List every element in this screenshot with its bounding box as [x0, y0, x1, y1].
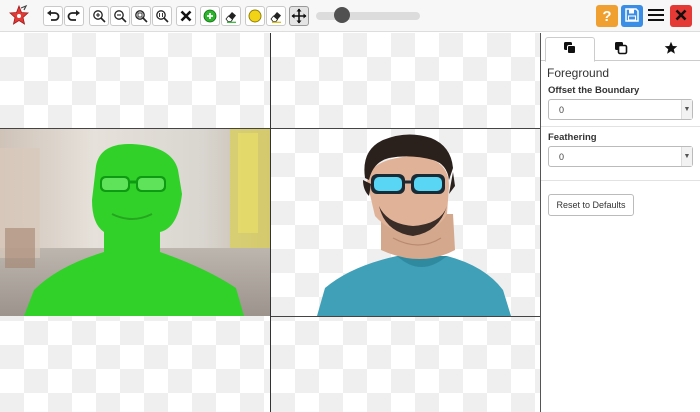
tab-effects[interactable] [646, 37, 696, 61]
pane-divider [270, 33, 271, 412]
feathering-label: Feathering [548, 132, 597, 143]
offset-boundary-value: 0 [559, 105, 565, 115]
copy-outline-icon [614, 41, 628, 58]
add-green-icon [203, 9, 217, 23]
canvas-guide-line [0, 128, 270, 129]
redo-button[interactable] [64, 6, 84, 26]
offset-boundary-label: Offset the Boundary [548, 85, 640, 96]
menu-button[interactable] [645, 5, 667, 27]
hamburger-icon [647, 7, 665, 26]
eraser-green-icon [224, 9, 238, 23]
zoom-out-icon [113, 9, 127, 23]
erase-background-button[interactable] [266, 6, 286, 26]
section-title: Foreground [547, 66, 610, 80]
mark-foreground-button[interactable] [200, 6, 220, 26]
toolbar: ? [0, 0, 700, 32]
move-icon [291, 8, 307, 24]
zoom-actual-icon [155, 9, 169, 23]
offset-boundary-select[interactable]: 0 ▼ [548, 99, 693, 120]
clear-icon [179, 9, 193, 23]
divider [541, 180, 700, 181]
tab-background[interactable] [596, 37, 646, 61]
clear-button[interactable] [176, 6, 196, 26]
mark-background-button[interactable] [245, 6, 265, 26]
close-icon [674, 8, 688, 25]
save-button[interactable] [621, 5, 643, 27]
move-button[interactable] [289, 6, 309, 26]
yellow-dot-icon [248, 9, 262, 23]
chevron-down-icon: ▼ [681, 147, 692, 166]
help-label: ? [602, 7, 612, 25]
copy-filled-icon [563, 41, 577, 58]
reset-defaults-button[interactable]: Reset to Defaults [548, 194, 634, 216]
undo-button[interactable] [43, 6, 63, 26]
cutout-preview-photo [271, 128, 540, 316]
zoom-in-icon [92, 9, 106, 23]
source-photo-with-mask[interactable] [0, 128, 270, 316]
feathering-select[interactable]: 0 ▼ [548, 146, 693, 167]
save-icon [624, 7, 640, 26]
undo-icon [46, 9, 60, 23]
close-button[interactable] [670, 5, 692, 27]
brush-size-slider[interactable] [316, 12, 420, 20]
help-button[interactable]: ? [596, 5, 618, 27]
chevron-down-icon: ▼ [681, 100, 692, 119]
canvas-guide-line [271, 316, 540, 317]
zoom-fit-button[interactable] [131, 6, 151, 26]
zoom-out-button[interactable] [110, 6, 130, 26]
zoom-in-button[interactable] [89, 6, 109, 26]
brush-size-slider-thumb[interactable] [334, 7, 350, 23]
app-logo [8, 4, 30, 28]
redo-icon [67, 9, 81, 23]
zoom-fit-icon [134, 9, 148, 23]
sidebar-tabs [541, 37, 700, 62]
tab-foreground[interactable] [545, 37, 595, 62]
feathering-value: 0 [559, 152, 565, 162]
settings-sidebar: Foreground Offset the Boundary 0 ▼ Feath… [541, 33, 700, 412]
eraser-icon [269, 9, 283, 23]
erase-foreground-button[interactable] [221, 6, 241, 26]
divider [541, 126, 700, 127]
canvas-guide-line [271, 128, 540, 129]
zoom-actual-button[interactable] [152, 6, 172, 26]
star-icon [664, 41, 678, 58]
